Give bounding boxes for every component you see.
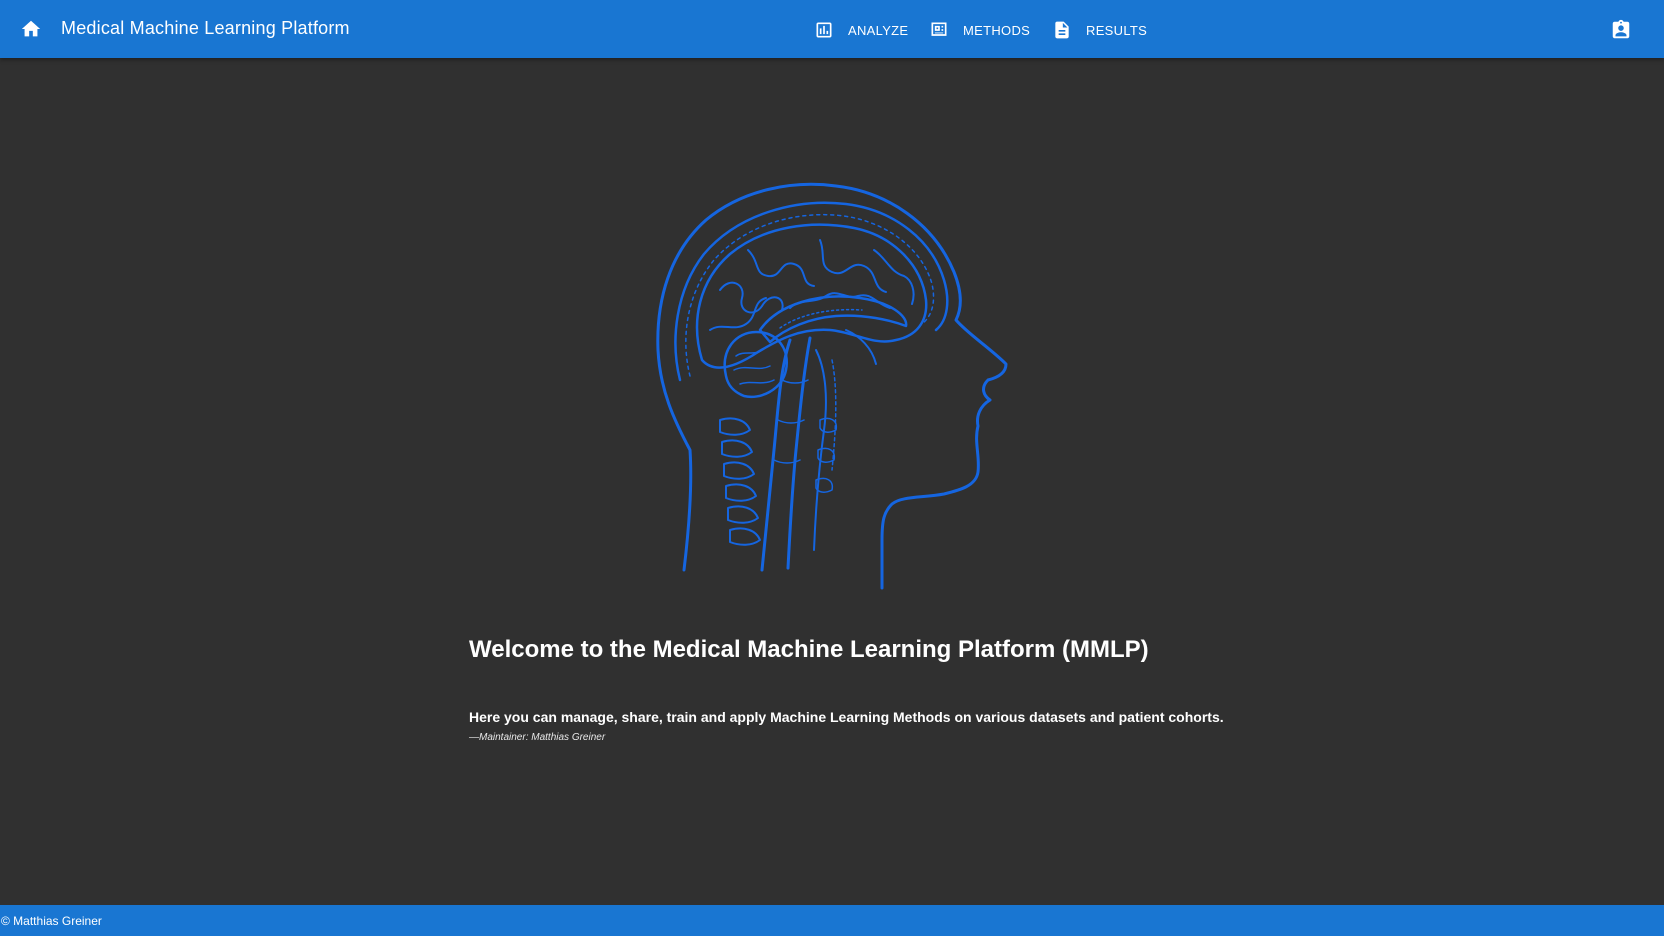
nav-results[interactable]: RESULTS bbox=[1050, 12, 1147, 48]
footer-copyright: © Matthias Greiner bbox=[1, 914, 102, 928]
description-icon bbox=[1050, 18, 1074, 42]
dynamic-feed-icon bbox=[927, 18, 951, 42]
nav-results-label: RESULTS bbox=[1086, 22, 1148, 38]
bar-chart-icon bbox=[812, 18, 836, 42]
nav-methods[interactable]: METHODS bbox=[927, 12, 1030, 48]
assignment-ind-icon bbox=[1612, 19, 1630, 39]
nav-analyze[interactable]: ANALYZE bbox=[812, 12, 908, 48]
nav-methods-label: METHODS bbox=[963, 22, 1031, 38]
top-app-bar: Medical Machine Learning Platform ANALYZ… bbox=[0, 0, 1664, 58]
profile-button[interactable] bbox=[1606, 15, 1636, 45]
footer: © Matthias Greiner bbox=[0, 905, 1664, 936]
welcome-heading: Welcome to the Medical Machine Learning … bbox=[469, 636, 1149, 663]
nav-analyze-label: ANALYZE bbox=[848, 22, 909, 38]
home-button[interactable] bbox=[16, 14, 46, 44]
brain-head-illustration bbox=[656, 182, 1008, 590]
app-root: Medical Machine Learning Platform ANALYZ… bbox=[0, 0, 1664, 936]
quote-attribution: —Maintainer: Matthias Greiner bbox=[469, 732, 606, 743]
intro-quote: Here you can manage, share, train and ap… bbox=[469, 709, 1224, 725]
app-title: Medical Machine Learning Platform bbox=[61, 18, 350, 38]
home-icon bbox=[21, 20, 41, 37]
